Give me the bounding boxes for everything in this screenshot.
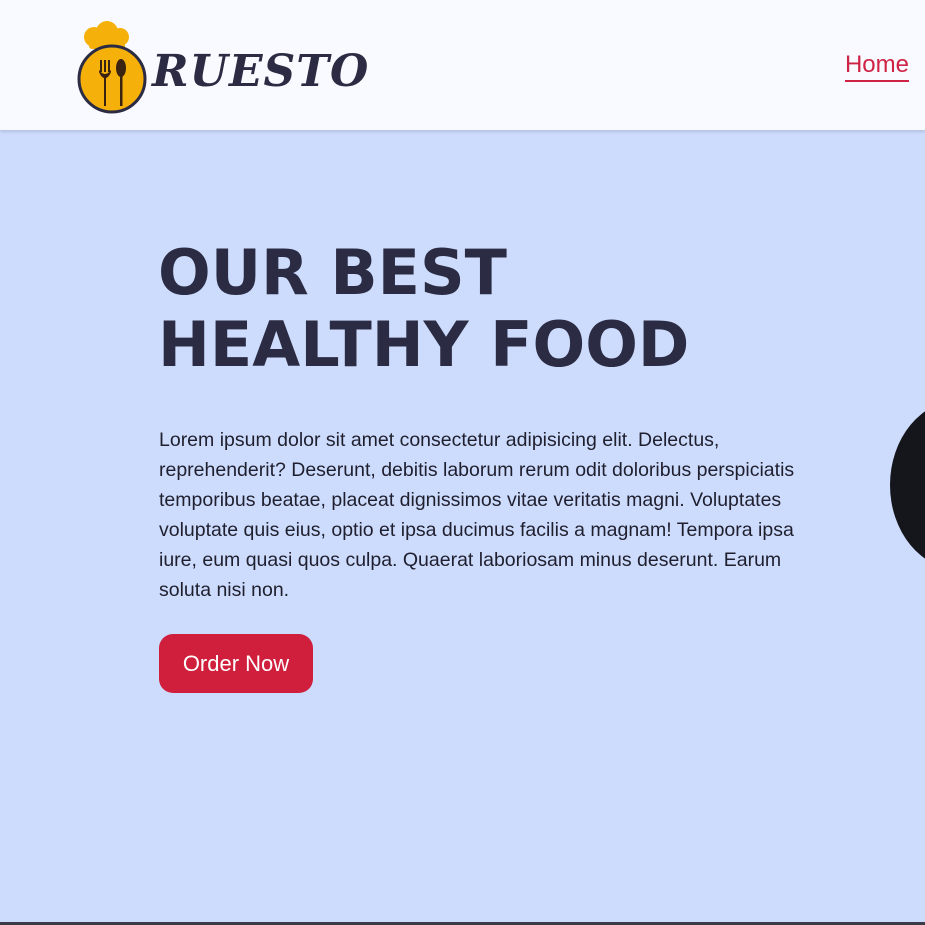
nav-home-link[interactable]: Home	[844, 50, 909, 82]
brand-logo[interactable]: RUESTO	[76, 20, 369, 114]
food-plate-image	[890, 400, 925, 570]
hero-description: Lorem ipsum dolor sit amet consectetur a…	[159, 429, 795, 601]
hero-title: OUR BEST HEALTHY FOOD	[158, 236, 690, 381]
site-header: RUESTO Home	[0, 0, 925, 130]
chef-hat-fork-spoon-icon	[77, 21, 147, 114]
hero-section: OUR BEST HEALTHY FOOD Lorem ipsum dolor …	[0, 130, 925, 923]
order-now-button[interactable]: Order Now	[159, 634, 313, 693]
brand-name: RUESTO	[152, 45, 370, 97]
